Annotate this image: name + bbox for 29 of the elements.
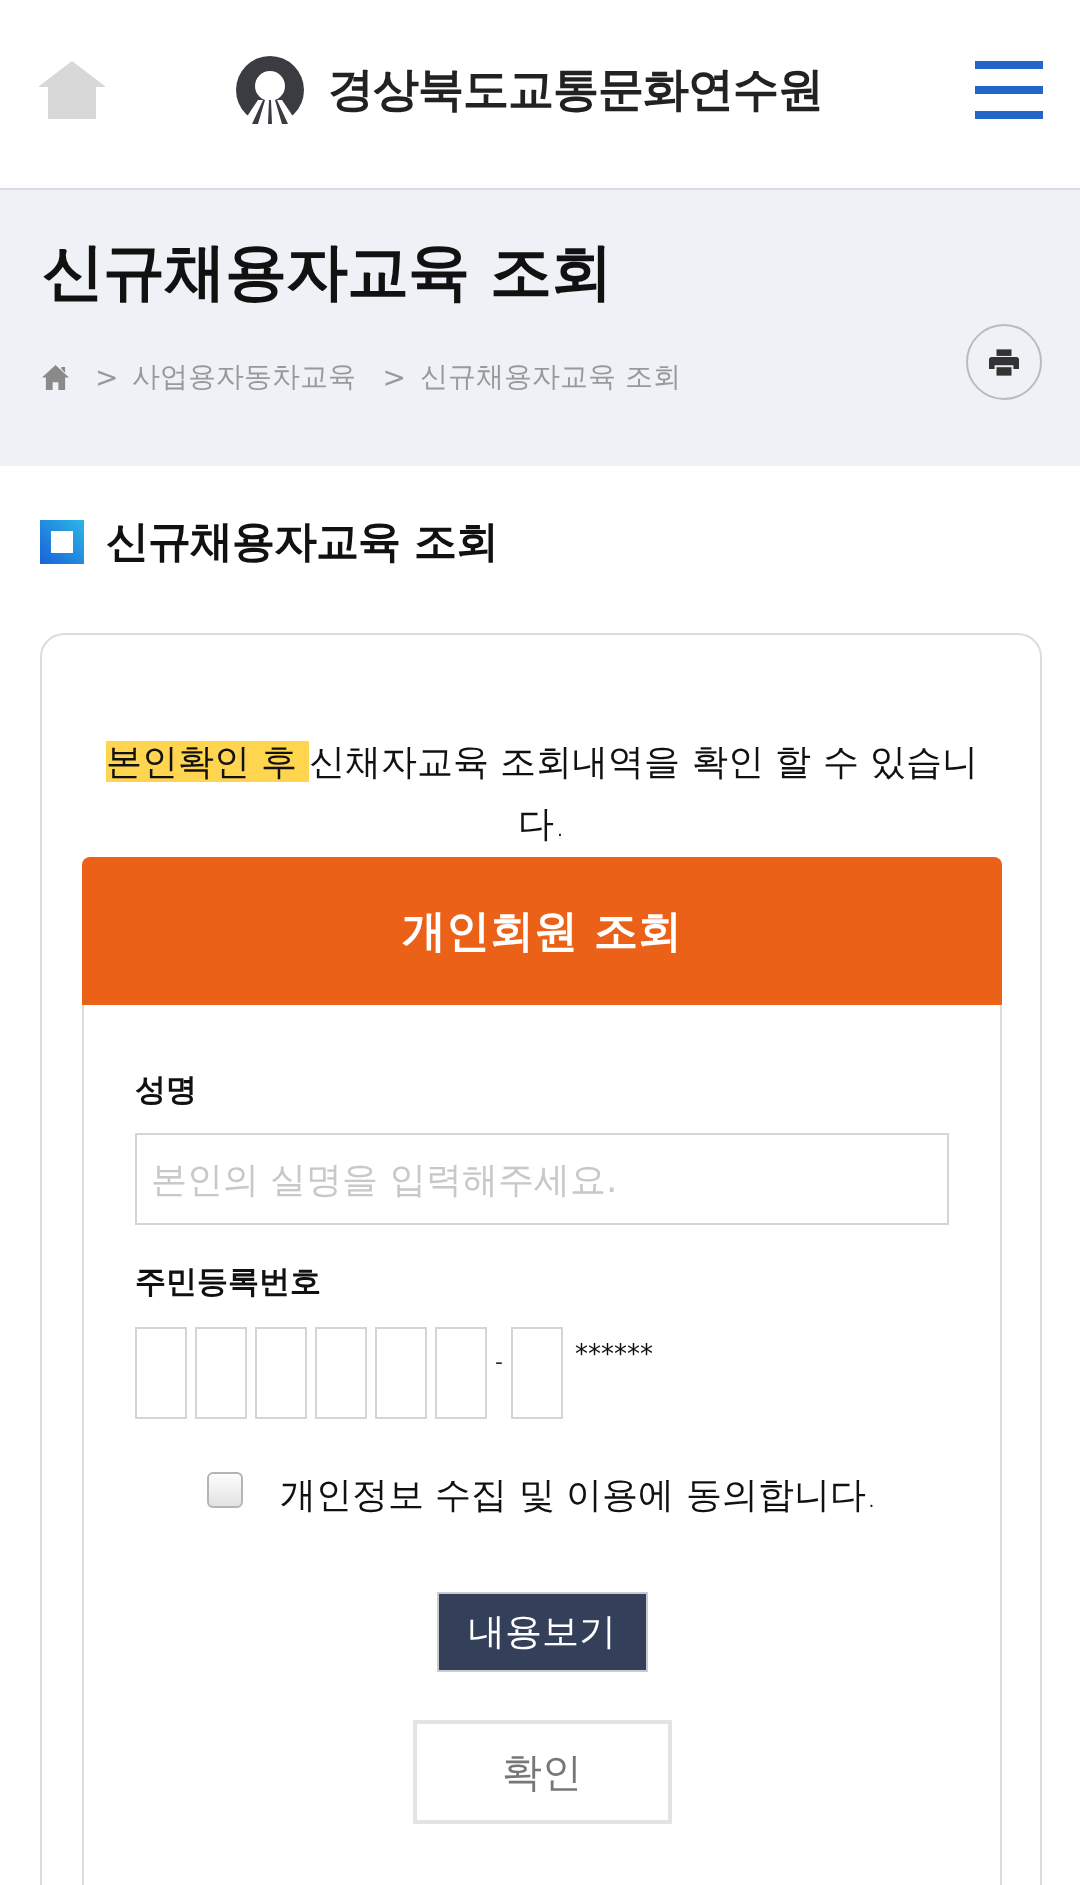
field-label: 주민등록번호 (135, 1262, 321, 1301)
breadcrumb-separator: > (95, 360, 119, 394)
consent-label[interactable]: 개인정보 수집 및 이용에 동의합니다. (279, 1471, 878, 1520)
consent-checkbox[interactable] (206, 1471, 243, 1508)
digit-box[interactable] (255, 1327, 307, 1419)
section-title: 신규채용자교육 조회 (106, 515, 498, 568)
masked-digits: ****** (574, 1339, 653, 1369)
field-label: 성명 (135, 1070, 197, 1109)
confirm-button[interactable]: 확인 (412, 1720, 672, 1824)
panel-header: 개인회원 조회 (82, 857, 1002, 1005)
dash-text: - (495, 1349, 503, 1374)
menu-icon[interactable] (975, 61, 1043, 119)
digit-box[interactable] (315, 1327, 367, 1419)
home-icon[interactable] (38, 61, 106, 119)
logo-icon (236, 56, 304, 124)
digit-box[interactable] (135, 1327, 187, 1419)
site-title[interactable]: 경상북도교통문화연수원 (328, 59, 823, 121)
view-content-button[interactable]: 내용보기 (436, 1592, 648, 1672)
digit-box[interactable] (375, 1327, 427, 1419)
home-icon[interactable] (42, 364, 69, 390)
page-title: 신규채용자교육 조회 (42, 234, 613, 310)
digit-box[interactable] (435, 1327, 487, 1419)
square-bullet-icon (40, 520, 84, 564)
breadcrumb-separator: > (382, 360, 406, 394)
printer-icon (989, 348, 1019, 376)
notice-text: 본인확인 후 신채자교육 조회내역을 확인 할 수 있습니다. (104, 740, 980, 846)
digit-box[interactable] (510, 1327, 563, 1419)
digit-box[interactable] (195, 1327, 247, 1419)
print-button[interactable] (966, 324, 1042, 400)
